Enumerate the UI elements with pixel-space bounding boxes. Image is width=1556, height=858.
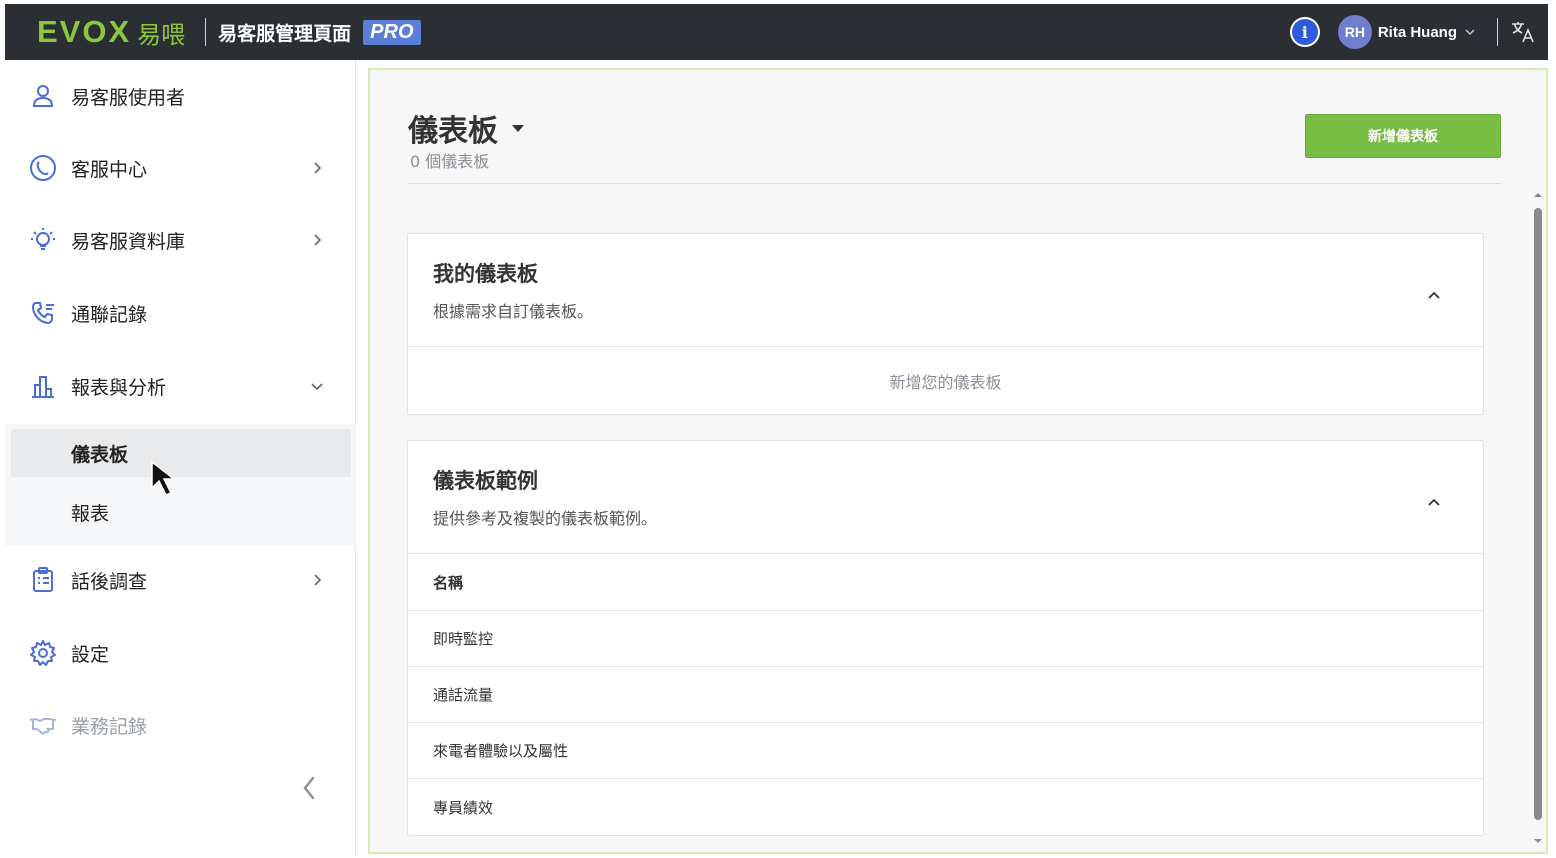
clipboard-icon (27, 564, 59, 596)
collapse-card-button[interactable] (1418, 486, 1450, 518)
table-header-name: 名稱 (408, 554, 1483, 611)
card-title: 儀表板範例 (433, 469, 538, 493)
sidebar-item-label: 通聯記錄 (71, 303, 148, 326)
logo[interactable]: EVOX 易喂 (37, 14, 185, 50)
table-row[interactable]: 來電者體驗以及屬性 (408, 723, 1483, 779)
scroll-thumb[interactable] (1534, 208, 1542, 820)
collapse-sidebar-icon[interactable] (297, 772, 321, 804)
card-header: 儀表板範例 提供參考及複製的儀表板範例。 (408, 441, 1483, 554)
sidebar-item-label: 設定 (71, 643, 110, 666)
sidebar-item-label: 業務記錄 (71, 715, 148, 738)
sidebar-item-business-records: 業務記錄 (5, 695, 356, 755)
pro-badge: PRO (363, 19, 421, 45)
sidebar-item-label: 客服中心 (71, 158, 148, 181)
table-row[interactable]: 即時監控 (408, 611, 1483, 667)
chevron-right-icon (314, 574, 322, 586)
user-name[interactable]: Rita Huang (1378, 24, 1457, 41)
sidebar-item-label: 易客服使用者 (71, 86, 186, 109)
dashboard-count: 0 個儀表板 (410, 152, 490, 171)
mouse-cursor-icon (151, 460, 177, 496)
sidebar-item-users[interactable]: 易客服使用者 (5, 66, 356, 126)
divider (408, 183, 1501, 184)
add-your-dashboard-link[interactable]: 新增您的儀表板 (408, 347, 1483, 414)
info-button[interactable]: i (1289, 17, 1320, 47)
phone-log-icon (27, 297, 59, 329)
translate-icon[interactable] (1510, 19, 1536, 45)
top-bar: EVOX 易喂 易客服管理頁面 PRO i RH Rita Huang (5, 4, 1548, 60)
table-row[interactable]: 通話流量 (408, 667, 1483, 723)
avatar[interactable]: RH (1337, 15, 1372, 49)
sidebar-item-label: 易客服資料庫 (71, 230, 186, 253)
sidebar: 易客服使用者 客服中心 易客服資料庫 通聯記錄 報表與分析 儀表板 報表 話後調… (5, 60, 356, 856)
bar-chart-icon (27, 370, 59, 402)
user-icon (27, 80, 59, 112)
table-row[interactable]: 專員績效 (408, 779, 1483, 835)
my-dashboards-card: 我的儀表板 根據需求自訂儀表板。 新增您的儀表板 (407, 233, 1484, 415)
chevron-up-icon (1428, 291, 1440, 299)
chevron-down-icon[interactable] (1463, 25, 1477, 39)
sidebar-item-call-log[interactable]: 通聯記錄 (5, 283, 356, 343)
service-center-icon (27, 152, 59, 184)
divider (205, 18, 207, 46)
chevron-right-icon (314, 234, 322, 246)
dashboard-examples-card: 儀表板範例 提供參考及複製的儀表板範例。 名稱 即時監控 通話流量 來電者體驗以… (407, 440, 1484, 836)
sidebar-item-survey[interactable]: 話後調查 (5, 550, 356, 610)
chevron-up-icon (1428, 498, 1440, 506)
card-description: 提供參考及複製的儀表板範例。 (433, 509, 658, 528)
lightbulb-icon (27, 224, 59, 256)
sidebar-subitem-label: 儀表板 (71, 443, 129, 466)
scroll-up-arrow-icon[interactable] (1533, 190, 1543, 200)
scroll-down-arrow-icon[interactable] (1533, 836, 1543, 846)
gear-icon (27, 637, 59, 669)
logo-text: EVOX (37, 14, 132, 49)
info-icon: i (1291, 19, 1318, 45)
page-title: 儀表板 (408, 114, 498, 149)
card-header: 我的儀表板 根據需求自訂儀表板。 (408, 234, 1483, 347)
add-dashboard-button[interactable]: 新增儀表板 (1305, 114, 1501, 158)
sidebar-item-service-center[interactable]: 客服中心 (5, 138, 356, 198)
page-title-dropdown[interactable]: 儀表板 (408, 106, 526, 150)
caret-down-icon (512, 125, 524, 132)
sidebar-item-label: 話後調查 (71, 570, 148, 593)
sidebar-item-settings[interactable]: 設定 (5, 623, 356, 683)
collapse-card-button[interactable] (1418, 279, 1450, 311)
chevron-down-icon (311, 383, 323, 391)
app-title: 易客服管理頁面 (218, 22, 352, 45)
card-description: 根據需求自訂儀表板。 (433, 302, 594, 321)
logo-cn-text: 易喂 (137, 20, 186, 49)
divider (1497, 18, 1498, 46)
chevron-right-icon (314, 162, 322, 174)
main-panel: 儀表板 0 個儀表板 新增儀表板 我的儀表板 根據需求自訂儀表板。 新增您的儀表… (368, 68, 1548, 854)
scrollbar[interactable] (1532, 190, 1544, 846)
sidebar-item-label: 報表與分析 (71, 376, 167, 399)
sidebar-subitem-label: 報表 (71, 502, 110, 525)
handshake-icon (27, 709, 59, 741)
card-title: 我的儀表板 (433, 262, 538, 286)
sidebar-item-reports-analytics[interactable]: 報表與分析 (5, 356, 356, 416)
sidebar-item-knowledge-base[interactable]: 易客服資料庫 (5, 210, 356, 270)
